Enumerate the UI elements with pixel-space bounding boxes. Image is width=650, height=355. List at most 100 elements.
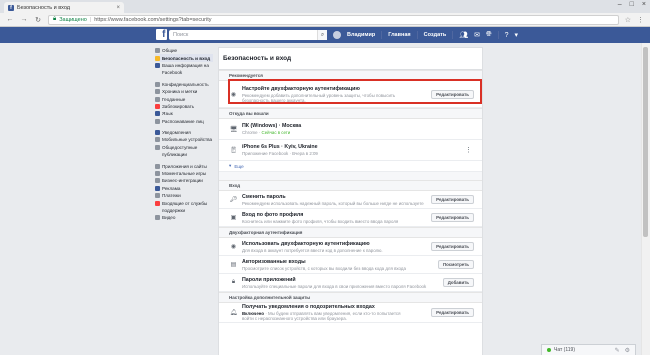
sidebar-item[interactable]: Геоданные (155, 95, 213, 102)
url-input[interactable]: 🔒︎ Защищено | https://www.facebook.com/s… (48, 14, 619, 25)
profile-link[interactable]: Владимир (347, 32, 375, 38)
facebook-icon (155, 62, 160, 68)
search-icon[interactable]: ⌕ (317, 30, 327, 40)
sidebar-item[interactable]: Безопасность и вход (155, 54, 213, 62)
see-more-link[interactable]: ▾ Еще (219, 161, 482, 172)
notifications-icon[interactable]: 🌐︎ (486, 31, 492, 39)
sidebar-item[interactable]: Моментальные игры (155, 170, 213, 177)
sidebar-item[interactable]: Конфиденциальность (155, 81, 213, 88)
chat-sidebar-tab[interactable]: Чат (119) ✎ ⚙︎ (541, 344, 636, 355)
section-header-extra-security: Настройка дополнительной защиты (219, 292, 482, 303)
sidebar-item[interactable]: публикации (155, 151, 213, 158)
chat-label: Чат (119) (554, 347, 575, 353)
sidebar-item[interactable]: Входящие от службы (155, 199, 213, 206)
use-2fa-row[interactable]: ◉ Использовать двухфакторную аутентифика… (219, 238, 482, 256)
sidebar-item[interactable]: Распознавание лиц (155, 118, 213, 125)
sidebar-item[interactable]: Уведомления (155, 129, 213, 136)
forward-icon[interactable]: → (20, 16, 28, 23)
sidebar-item-label: Входящие от службы (162, 200, 208, 206)
highlight-box (228, 79, 482, 104)
language-icon (155, 111, 160, 117)
sidebar-item[interactable]: Реклама (155, 185, 213, 192)
minimize-icon[interactable]: – (618, 1, 622, 8)
profile-photo-login-text: Вход по фото профиля Коснитесь или нажми… (242, 212, 431, 224)
sidebar-item[interactable]: Видео (155, 214, 213, 221)
facebook-logo-icon[interactable]: f (156, 29, 167, 40)
session-device: iPhone 6s Plus · Kyiv, Ukraine (242, 144, 318, 150)
sidebar-item[interactable]: Мобильные устройства (155, 136, 213, 143)
search-input[interactable]: Поиск (169, 30, 327, 40)
session-options-icon[interactable]: ⋮ (465, 146, 472, 154)
section-header-where-logged: Откуда вы вошли (219, 108, 482, 119)
authorized-logins-title: Авторизованные входы (242, 258, 306, 265)
sidebar-item[interactable]: Приложения и сайты (155, 162, 213, 169)
facebook-favicon-icon: f (8, 4, 14, 11)
use-2fa-edit-button[interactable]: Редактировать (431, 242, 474, 251)
account-menu-icon[interactable]: ▾ (515, 31, 519, 39)
sidebar-item-label: публикации (162, 152, 187, 158)
session-row[interactable]: 🖥︎ ПК (Windows) · Москва Chrome · Сейчас… (219, 119, 482, 140)
authorized-logins-desc: Просмотрите список устройств, с которых … (242, 265, 406, 271)
chevron-down-icon: ▾ (229, 163, 232, 168)
sidebar-item[interactable]: Платежи (155, 192, 213, 199)
close-window-icon[interactable]: × (642, 1, 646, 8)
globe-icon (155, 130, 160, 136)
maximize-icon[interactable]: □ (630, 1, 634, 8)
authorized-logins-row[interactable]: ▤ Авторизованные входы Просмотрите списо… (219, 256, 482, 274)
app-passwords-row[interactable]: 🔒︎ Пароли приложений Используйте специал… (219, 274, 482, 292)
app-passwords-desc: Используйте специальные пароли для входа… (242, 283, 427, 289)
reload-icon[interactable]: ↻ (34, 16, 42, 24)
sidebar-item[interactable]: Бизнес-интеграции (155, 177, 213, 184)
sidebar-item-label: Приложения и сайты (162, 163, 207, 169)
sidebar-item-label: Facebook (162, 70, 183, 76)
avatar[interactable] (333, 31, 341, 39)
bookmark-star-icon[interactable]: ☆ (625, 16, 631, 24)
browser-tab[interactable]: f Безопасность и вход × (4, 2, 124, 13)
sidebar-item-label: Мобильные устройства (162, 137, 213, 143)
app-passwords-text: Пароли приложений Используйте специальны… (242, 277, 443, 289)
address-bar-row: ← → ↻ 🔒︎ Защищено | https://www.facebook… (0, 13, 650, 27)
back-icon[interactable]: ← (6, 16, 14, 23)
sidebar-item[interactable]: Хроника и метки (155, 88, 213, 95)
ads-icon (155, 185, 160, 191)
friend-requests-icon[interactable]: 👥︎ (459, 31, 468, 39)
sidebar-item-label: Общие (162, 48, 178, 54)
games-icon (155, 171, 160, 177)
change-password-edit-button[interactable]: Редактировать (431, 195, 474, 204)
sidebar-item-label: Реклама (162, 185, 181, 191)
app-passwords-add-button[interactable]: Добавить (442, 278, 474, 287)
create-link[interactable]: Создать (424, 32, 447, 38)
messages-icon[interactable]: ✉︎ (474, 31, 480, 39)
app-passwords-title: Пароли приложений (242, 276, 296, 283)
sidebar-item[interactable]: Общие (155, 47, 213, 54)
login-alerts-row[interactable]: 🔔︎ Получать уведомления о подозрительных… (219, 303, 482, 323)
login-alerts-edit-button[interactable]: Редактировать (431, 308, 474, 317)
help-icon[interactable]: ? (505, 32, 509, 39)
sidebar-item[interactable]: Ваша информация на (155, 62, 213, 69)
nav-divider (416, 31, 418, 39)
sidebar-item[interactable]: Язык (155, 110, 213, 117)
home-link[interactable]: Главная (388, 32, 410, 38)
close-tab-icon[interactable]: × (116, 5, 120, 11)
use-2fa-text: Использовать двухфакторную аутентификаци… (242, 241, 431, 253)
chat-settings-icon[interactable]: ⚙︎ (625, 347, 630, 354)
chat-new-message-icon[interactable]: ✎ (615, 347, 620, 354)
login-alerts-desc: Включено · Мы будем отправлять вам уведо… (242, 311, 412, 321)
app-password-icon: 🔒︎ (231, 279, 236, 285)
omnibox-separator: | (89, 16, 92, 23)
sidebar-item-label: Бизнес-интеграции (162, 178, 203, 184)
sidebar-item[interactable]: Общедоступные (155, 144, 213, 151)
change-password-row[interactable]: 🔑︎ Сменить пароль Рекомендуем использова… (219, 191, 482, 209)
authorized-logins-view-button[interactable]: Посмотреть (437, 260, 474, 269)
sidebar-item[interactable]: Facebook (155, 69, 213, 76)
profile-photo-login-row[interactable]: ▣ Вход по фото профиля Коснитесь или наж… (219, 209, 482, 227)
scrollbar-thumb[interactable] (643, 47, 648, 237)
desktop-icon: 🖥︎ (229, 126, 238, 133)
session-row[interactable]: 📱︎ iPhone 6s Plus · Kyiv, Ukraine Прилож… (219, 140, 482, 161)
sidebar-item[interactable]: поддержки (155, 207, 213, 214)
profile-photo-login-edit-button[interactable]: Редактировать (431, 213, 474, 222)
sidebar-item-label: Платежи (162, 193, 181, 199)
sidebar-item[interactable]: Заблокировать (155, 103, 213, 110)
use-2fa-desc: Для входа в аккаунт потребуется ввести к… (242, 247, 383, 253)
browser-menu-icon[interactable]: ⋮ (637, 16, 644, 24)
